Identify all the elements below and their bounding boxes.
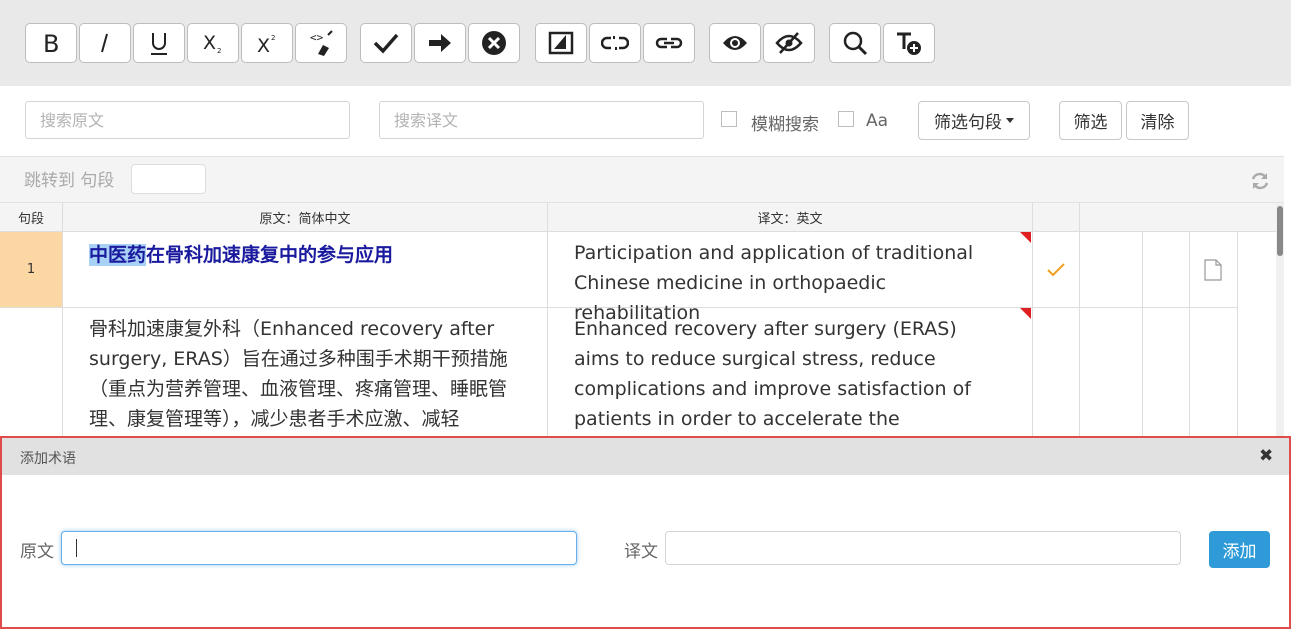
target-cell[interactable]: Enhanced recovery after surgery (ERAS) a… bbox=[548, 308, 1033, 437]
italic-button[interactable] bbox=[79, 23, 131, 63]
split-button[interactable] bbox=[535, 23, 587, 63]
error-marker bbox=[1020, 232, 1031, 243]
find-button[interactable] bbox=[829, 23, 881, 63]
superscript-icon: X2 bbox=[257, 34, 275, 55]
reject-button[interactable] bbox=[468, 23, 520, 63]
error-marker bbox=[1020, 308, 1031, 319]
segment-number[interactable] bbox=[0, 308, 63, 437]
add-text-icon bbox=[897, 32, 921, 55]
source-cell[interactable]: 中医药在骨科加速康复中的参与应用 bbox=[63, 232, 548, 308]
split-icon bbox=[548, 31, 574, 55]
svg-text:<>: <> bbox=[310, 31, 324, 44]
scroll-thumb[interactable] bbox=[1277, 206, 1283, 256]
jump-bar: 跳转到 句段 bbox=[0, 156, 1284, 203]
filter-segments-label: 筛选句段 bbox=[934, 113, 1002, 133]
bold-icon: B bbox=[43, 31, 59, 55]
formatting-toolbar: B X2 X2 <> bbox=[0, 0, 1291, 86]
svg-text:X: X bbox=[257, 35, 270, 55]
jump-segment-input[interactable] bbox=[131, 164, 206, 194]
link-button[interactable] bbox=[643, 23, 695, 63]
table-row[interactable]: 1 中医药在骨科加速康复中的参与应用 Participation and app… bbox=[0, 232, 1284, 324]
show-button[interactable] bbox=[709, 23, 761, 63]
jump-to-segment-label: 跳转到 句段 bbox=[24, 171, 115, 191]
match-case-checkbox[interactable] bbox=[838, 111, 854, 127]
check-icon bbox=[1047, 263, 1065, 277]
header-extra bbox=[1080, 203, 1284, 232]
fuzzy-search-checkbox[interactable] bbox=[721, 111, 737, 127]
fuzzy-search-label: 模糊搜索 bbox=[751, 115, 819, 135]
eye-slash-icon bbox=[775, 32, 803, 54]
underline-button[interactable] bbox=[133, 23, 185, 63]
status-cell[interactable] bbox=[1033, 308, 1080, 437]
link-icon bbox=[655, 37, 683, 49]
document-cell[interactable] bbox=[1190, 308, 1238, 437]
highlighted-term: 中医药 bbox=[89, 244, 147, 266]
target-text: Enhanced recovery after surgery (ERAS) a… bbox=[574, 318, 971, 430]
source-text-rest: 在骨科加速康复中的参与应用 bbox=[146, 244, 394, 266]
document-cell[interactable] bbox=[1190, 232, 1238, 308]
check-icon bbox=[373, 33, 399, 54]
next-button[interactable] bbox=[414, 23, 466, 63]
extra-cell-1 bbox=[1080, 308, 1143, 437]
match-case-label: Aa bbox=[866, 111, 889, 131]
extra-cell-2 bbox=[1143, 232, 1190, 308]
hide-button[interactable] bbox=[763, 23, 815, 63]
eye-icon bbox=[723, 36, 747, 50]
italic-icon bbox=[101, 33, 108, 53]
segment-number[interactable]: 1 bbox=[0, 232, 63, 308]
editor-page: B X2 X2 <> 搜索原文 搜索译文 模糊搜索 Aa 筛选句段 筛选 清除 … bbox=[0, 0, 1291, 629]
dialog-title: 添加术语 bbox=[20, 451, 76, 467]
target-cell[interactable]: Participation and application of traditi… bbox=[548, 232, 1033, 324]
source-text: 骨科加速康复外科（Enhanced recovery after surgery… bbox=[89, 318, 508, 430]
clear-format-button[interactable]: <> bbox=[295, 23, 347, 63]
source-text: 中医药在骨科加速康复中的参与应用 bbox=[63, 232, 547, 270]
text-cursor bbox=[76, 539, 77, 557]
add-term-dialog: 添加术语 ✖ 原文 译文 添加 bbox=[0, 436, 1291, 629]
dialog-header: 添加术语 ✖ bbox=[2, 438, 1289, 475]
table-scrollbar[interactable] bbox=[1276, 203, 1284, 437]
bold-button[interactable]: B bbox=[25, 23, 77, 63]
add-term-submit-button[interactable]: 添加 bbox=[1209, 531, 1270, 568]
filter-segments-dropdown[interactable]: 筛选句段 bbox=[918, 101, 1030, 140]
clear-format-icon: <> bbox=[310, 30, 333, 56]
filter-button[interactable]: 筛选 bbox=[1059, 101, 1122, 140]
unlink-button[interactable] bbox=[589, 23, 641, 63]
svg-text:2: 2 bbox=[217, 47, 221, 55]
header-target: 译文：英文 bbox=[548, 203, 1033, 232]
header-segment: 句段 bbox=[0, 203, 63, 232]
search-source-input[interactable] bbox=[25, 101, 350, 139]
unlink-icon bbox=[601, 36, 629, 50]
header-source: 原文：简体中文 bbox=[63, 203, 548, 232]
svg-text:X: X bbox=[203, 32, 216, 54]
term-source-input[interactable] bbox=[61, 531, 577, 565]
term-target-input[interactable] bbox=[665, 531, 1181, 565]
subscript-button[interactable]: X2 bbox=[187, 23, 239, 63]
extra-cell-1 bbox=[1080, 232, 1143, 308]
cancel-circle-icon bbox=[482, 31, 506, 55]
refresh-icon[interactable] bbox=[1250, 171, 1270, 191]
caret-down-icon bbox=[1006, 118, 1014, 123]
term-target-label: 译文 bbox=[624, 542, 658, 562]
status-cell[interactable] bbox=[1033, 232, 1080, 308]
confirm-button[interactable] bbox=[360, 23, 412, 63]
close-icon[interactable]: ✖ bbox=[1259, 448, 1273, 465]
underline-icon bbox=[151, 33, 167, 55]
header-status bbox=[1033, 203, 1080, 232]
search-target-input[interactable] bbox=[379, 101, 704, 139]
svg-text:B: B bbox=[43, 31, 59, 55]
svg-text:2: 2 bbox=[271, 34, 275, 42]
arrow-right-icon bbox=[429, 34, 451, 52]
search-row: 模糊搜索 Aa 筛选句段 筛选 清除 bbox=[0, 86, 1291, 156]
term-source-label: 原文 bbox=[20, 542, 54, 562]
segments-table: 句段 原文：简体中文 译文：英文 1 中医药在骨科加速康复中的参与应用 Part… bbox=[0, 203, 1284, 437]
add-term-button[interactable] bbox=[883, 23, 935, 63]
clear-button[interactable]: 清除 bbox=[1126, 101, 1189, 140]
superscript-button[interactable]: X2 bbox=[241, 23, 293, 63]
source-cell[interactable]: 骨科加速康复外科（Enhanced recovery after surgery… bbox=[63, 308, 548, 437]
table-row[interactable]: 骨科加速康复外科（Enhanced recovery after surgery… bbox=[0, 308, 1284, 437]
document-icon bbox=[1204, 259, 1222, 281]
search-icon bbox=[843, 31, 868, 56]
extra-cell-2 bbox=[1143, 308, 1190, 437]
subscript-icon: X2 bbox=[203, 32, 221, 55]
